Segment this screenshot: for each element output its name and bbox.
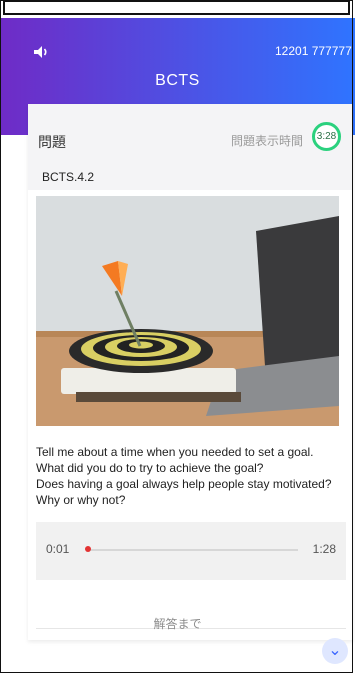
screen-frame — [0, 0, 353, 673]
